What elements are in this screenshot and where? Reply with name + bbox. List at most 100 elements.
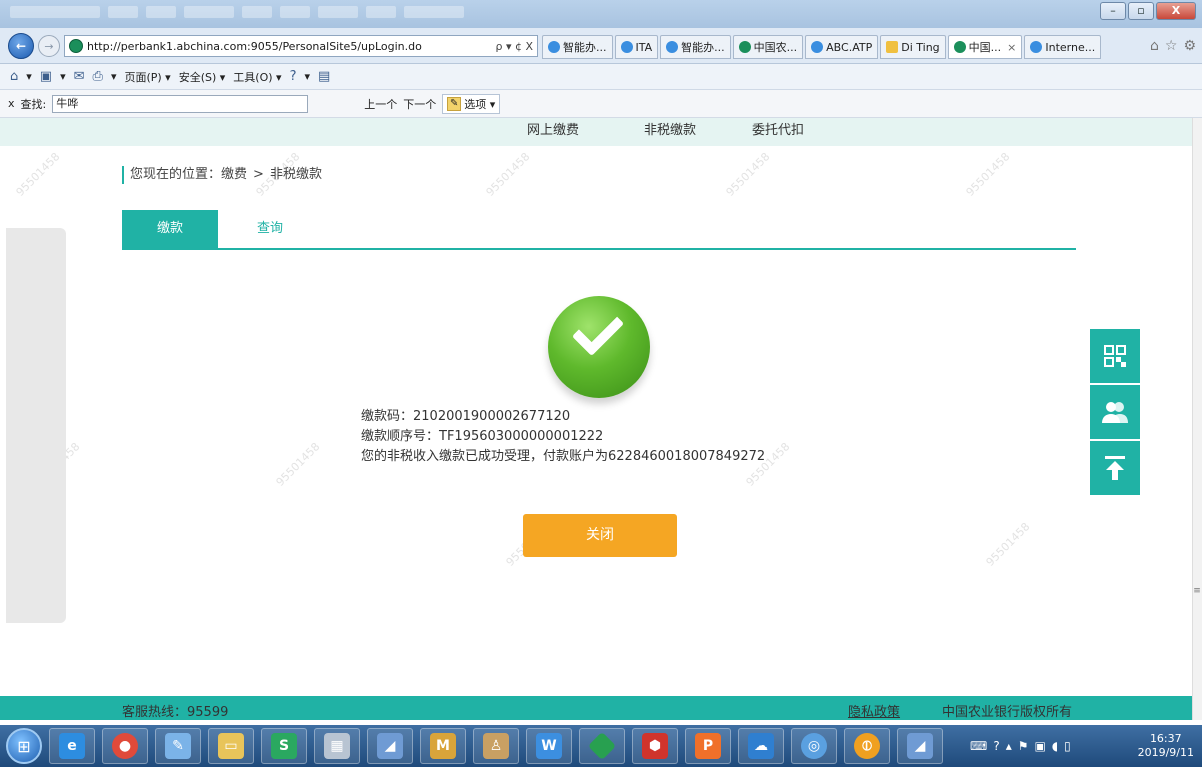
help-dropdown[interactable]: ▾ — [304, 70, 310, 83]
tab-7[interactable]: Interne... — [1024, 35, 1102, 59]
network-status-icon[interactable]: ▣ — [1035, 739, 1046, 753]
forward-button[interactable]: → — [38, 35, 60, 57]
page-content: 网上缴费 非税缴款 委托代扣 95501458 95501458 9550145… — [0, 118, 1192, 720]
flag-icon[interactable]: ⚑ — [1018, 739, 1029, 753]
taskbar-calculator[interactable]: ▦ — [314, 728, 360, 764]
windows-logo-icon: ⊞ — [17, 736, 31, 756]
watermark: 95501458 — [723, 150, 773, 199]
feeds-icon[interactable]: ▣ — [40, 69, 52, 84]
taskbar-writer[interactable]: W — [526, 728, 572, 764]
find-input[interactable]: 牛哗 — [52, 94, 309, 113]
safety-menu[interactable]: 安全(S) ▾ — [179, 69, 226, 85]
find-options[interactable]: ✎ 选项 ▾ — [442, 93, 501, 114]
help-icon[interactable]: ? — [290, 69, 297, 84]
tools-menu[interactable]: 工具(O) ▾ — [233, 69, 281, 85]
mail-icon[interactable]: ✉ — [74, 69, 85, 84]
taskbar-paint[interactable]: ✎ — [155, 728, 201, 764]
research-icon[interactable]: ▤ — [318, 69, 330, 84]
navigation-bar: ← → http://perbank1.abchina.com:9055/Per… — [0, 28, 1202, 64]
payment-tabs: 缴款 查询 — [122, 210, 1076, 250]
volume-icon[interactable]: ◖ — [1052, 739, 1058, 753]
device-icon[interactable]: ▯ — [1064, 739, 1071, 753]
find-previous[interactable]: 上一个 — [364, 96, 397, 112]
breadcrumb-level1[interactable]: 缴费 — [221, 167, 247, 182]
tab-close-icon[interactable]: × — [1007, 41, 1016, 54]
url-text[interactable]: http://perbank1.abchina.com:9055/Persona… — [87, 40, 491, 53]
page-menu[interactable]: 页面(P) ▾ — [124, 69, 170, 85]
payment-result: 缴款码：2102001900002677120 缴款顺序号：TF19560300… — [361, 407, 765, 467]
address-tools[interactable]: ρ ▾ ¢ X — [491, 40, 537, 53]
watermark: 95501458 — [963, 150, 1013, 199]
taskbar-bank[interactable]: ⦶ — [844, 728, 890, 764]
start-button[interactable]: ⊞ — [6, 728, 42, 764]
taskbar-editor-2[interactable]: ◢ — [897, 728, 943, 764]
find-label: 查找: — [20, 97, 47, 111]
close-window-button[interactable]: X — [1156, 2, 1196, 20]
home-icon[interactable]: ⌂ — [10, 69, 18, 84]
find-close-icon[interactable]: x — [8, 97, 15, 110]
calculator-icon: ▦ — [324, 733, 350, 759]
minimize-button[interactable]: – — [1100, 2, 1126, 20]
highlight-icon: ✎ — [447, 96, 462, 111]
maximize-button[interactable]: ▫ — [1128, 2, 1154, 20]
taskbar-editor[interactable]: ◢ — [367, 728, 413, 764]
back-button[interactable]: ← — [8, 33, 34, 59]
help-icon[interactable]: ? — [993, 739, 999, 753]
floating-toolbar — [1090, 329, 1140, 497]
tab-2[interactable]: 智能办... — [660, 35, 731, 59]
abc-icon — [953, 41, 966, 53]
shield-icon: ⬢ — [642, 733, 668, 759]
scroll-grip-icon[interactable]: ≡ — [1192, 586, 1202, 596]
tab-4[interactable]: ABC.ATP — [805, 35, 879, 59]
contacts-icon: ♙ — [483, 733, 509, 759]
feeds-dropdown[interactable]: ▾ — [60, 70, 66, 83]
taskbar-multimedia[interactable]: M — [420, 728, 466, 764]
tab-0[interactable]: 智能办... — [542, 35, 613, 59]
address-bar[interactable]: http://perbank1.abchina.com:9055/Persona… — [64, 35, 538, 57]
taskbar-security[interactable]: ⬢ — [632, 728, 678, 764]
watermark: 95501458 — [13, 150, 63, 199]
settings-icon[interactable]: ⚙ — [1183, 38, 1196, 54]
taskbar-finance[interactable] — [579, 728, 625, 764]
tab-1[interactable]: ITA — [614, 35, 659, 59]
tab-pay[interactable]: 缴款 — [122, 210, 218, 248]
favorites-icon[interactable]: ☆ — [1165, 38, 1178, 54]
taskbar-presentation[interactable]: P — [685, 728, 731, 764]
home-icon[interactable]: ⌂ — [1150, 38, 1159, 54]
vertical-scrollbar[interactable]: ≡ — [1192, 118, 1202, 720]
nav-online-payment[interactable]: 网上缴费 — [527, 119, 579, 138]
taskbar-network[interactable]: ◎ — [791, 728, 837, 764]
tab-3[interactable]: 中国农... — [732, 35, 804, 59]
system-tray: ⌨ ? ▴ ⚑ ▣ ◖ ▯ 16:37 2019/9/11 — [962, 725, 1202, 767]
taskbar-contacts[interactable]: ♙ — [473, 728, 519, 764]
clock[interactable]: 16:37 2019/9/11 — [1138, 732, 1194, 760]
tray-expand-icon[interactable]: ▴ — [1006, 739, 1012, 753]
customer-service-icon[interactable] — [1090, 385, 1140, 439]
watermark: 95501458 — [483, 150, 533, 199]
home-dropdown[interactable]: ▾ — [26, 70, 32, 83]
breadcrumb-separator: > — [253, 167, 264, 182]
privacy-policy-link[interactable]: 隐私政策 — [848, 701, 900, 720]
taskbar-explorer[interactable]: ▭ — [208, 728, 254, 764]
tab-query[interactable]: 查询 — [222, 210, 318, 248]
close-button[interactable]: 关闭 — [523, 514, 677, 557]
tab-label: 智能办... — [563, 41, 607, 54]
breadcrumb: 您现在的位置：缴费 > 非税缴款 — [122, 166, 322, 184]
nav-non-tax-payment[interactable]: 非税缴款 — [644, 119, 696, 138]
back-to-top-icon[interactable] — [1090, 441, 1140, 495]
keyboard-icon[interactable]: ⌨ — [970, 739, 987, 753]
nav-entrusted-deduction[interactable]: 委托代扣 — [752, 119, 804, 138]
taskbar-sheets[interactable]: S — [261, 728, 307, 764]
taskbar-chrome[interactable]: ● — [102, 728, 148, 764]
print-dropdown[interactable]: ▾ — [111, 70, 117, 83]
editor-icon: ◢ — [907, 733, 933, 759]
taskbar-cloud[interactable]: ☁ — [738, 728, 784, 764]
tab-label: Di Ting — [901, 40, 940, 54]
print-icon[interactable]: ⎙ — [93, 69, 103, 84]
find-next[interactable]: 下一个 — [403, 96, 436, 112]
tab-5[interactable]: Di Ting — [880, 35, 946, 59]
tab-strip: 智能办... ITA 智能办... 中国农... ABC.ATP Di Ting… — [542, 35, 1102, 59]
qr-code-icon[interactable] — [1090, 329, 1140, 383]
taskbar-ie[interactable]: e — [49, 728, 95, 764]
tab-6-active[interactable]: 中国... × — [947, 35, 1023, 59]
